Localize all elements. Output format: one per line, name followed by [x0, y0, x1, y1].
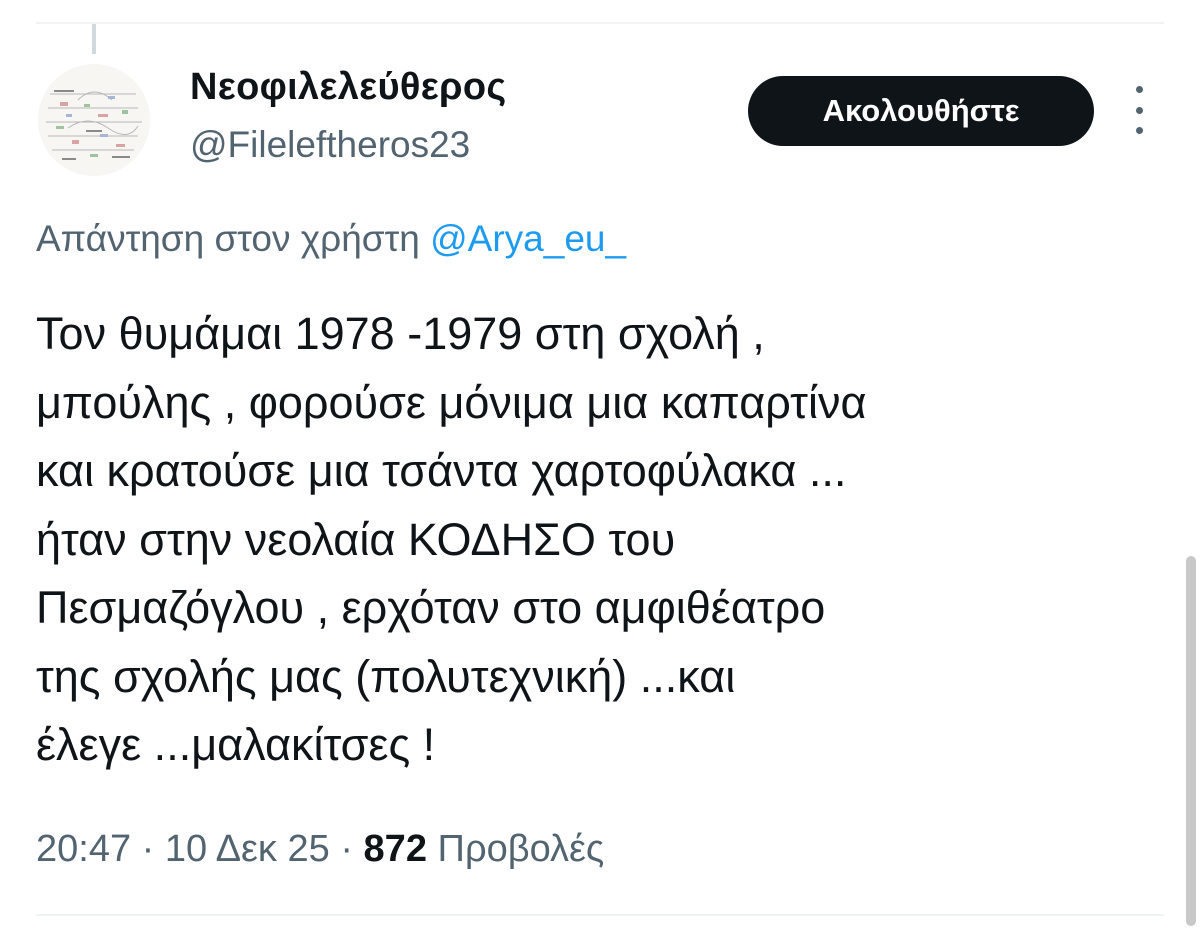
- avatar-image: [38, 64, 150, 176]
- bottom-divider: [36, 914, 1164, 916]
- author-display-name[interactable]: Νεοφιλελεύθερος: [190, 66, 506, 109]
- tweet-text-line: και κρατούσε μια τσάντα χαρτοφύλακα ...: [36, 445, 847, 496]
- avatar[interactable]: [38, 64, 150, 176]
- author-handle[interactable]: @Fileleftheros23: [190, 124, 470, 166]
- more-vertical-icon: [1135, 86, 1143, 134]
- reply-mention-link[interactable]: @Arya_eu_: [430, 218, 626, 259]
- scrollbar[interactable]: [1186, 556, 1196, 926]
- tweet-text-line: της σχολής μας (πολυτεχνική) ...και: [36, 650, 736, 702]
- follow-button[interactable]: Ακολουθήστε: [748, 76, 1094, 146]
- tweet-date[interactable]: 10 Δεκ 25: [165, 828, 330, 870]
- tweet-text-line: ήταν στην νεολαία ΚΟΔΗΣΟ του: [36, 513, 676, 565]
- meta-separator: ·: [141, 828, 155, 870]
- more-options-button[interactable]: [1122, 86, 1156, 134]
- tweet-text-line: Τον θυμάμαι 1978 -1979 στη σχολή ,: [36, 308, 765, 359]
- tweet-text-line: Πεσμαζόγλου , ερχόταν στο αμφιθέατρο: [36, 582, 826, 633]
- tweet-detail-view: Νεοφιλελεύθερος @Fileleftheros23 Ακολουθ…: [0, 0, 1200, 935]
- tweet-time[interactable]: 20:47: [36, 828, 131, 870]
- views-count[interactable]: 872: [364, 828, 427, 870]
- tweet-text-line: μπούλης , φορούσε μόνιμα μια καπαρτίνα: [36, 376, 867, 428]
- tweet-text: Τον θυμάμαι 1978 -1979 στη σχολή , μπούλ…: [36, 300, 1166, 780]
- tweet-text-line: έλεγε ...μαλακίτσες !: [36, 719, 436, 770]
- reply-context-label: Απάντηση στον χρήστη: [36, 218, 420, 259]
- meta-separator: ·: [340, 828, 353, 870]
- tweet-meta: 20:47 · 10 Δεκ 25 · 872 Προβολές: [36, 828, 604, 871]
- views-label[interactable]: Προβολές: [438, 828, 605, 870]
- top-divider: [36, 22, 1164, 24]
- reply-context: Απάντηση στον χρήστη @Arya_eu_: [36, 218, 626, 260]
- thread-connector-line: [92, 24, 96, 54]
